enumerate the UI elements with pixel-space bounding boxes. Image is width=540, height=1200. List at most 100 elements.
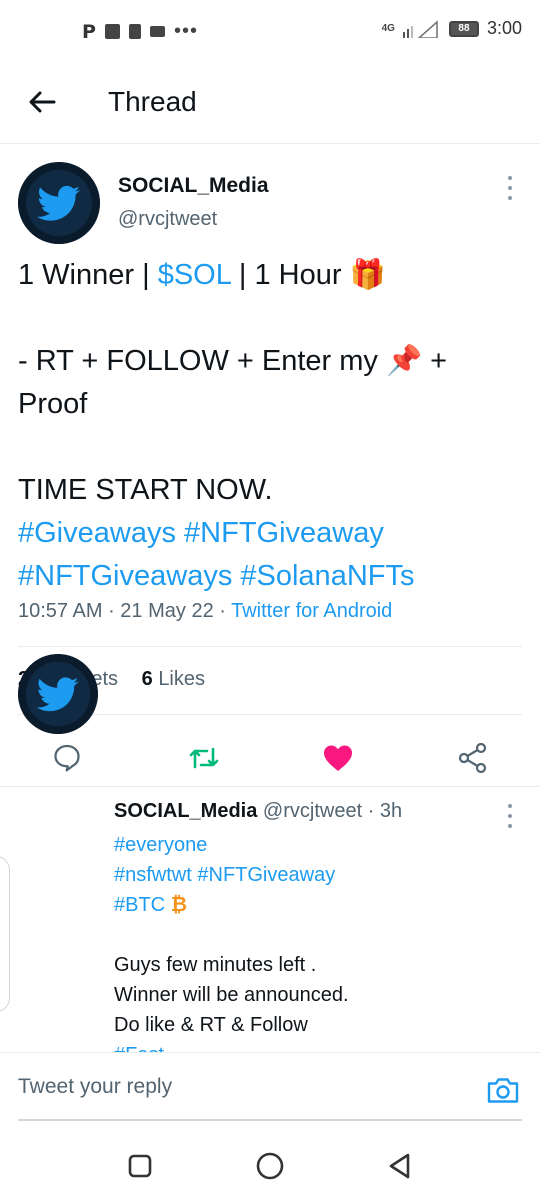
tweet-line: Proof — [18, 388, 88, 420]
arrow-left-icon — [29, 91, 56, 113]
gift-emoji-icon: 🎁 — [349, 259, 386, 291]
comment-icon — [54, 744, 80, 772]
reply-line: #Fast — [114, 1040, 524, 1052]
status-system-icons: 4G 88 3:00 — [382, 18, 522, 39]
triangle-back-icon — [389, 1153, 410, 1179]
reply-button[interactable] — [45, 736, 89, 780]
reply-author-handle[interactable]: @rvcjtweet — [263, 800, 362, 822]
retweet-button[interactable] — [182, 736, 226, 780]
separator: · — [362, 800, 380, 822]
text-segment: | 1 Hour — [230, 259, 350, 291]
reply-text: #everyone #nsfwtwt #NFTGiveaway #BTC ₿ G… — [114, 830, 524, 1052]
hashtag-link[interactable]: #NFTGiveaways — [18, 560, 232, 592]
tweet-text: 1 Winner | $SOL | 1 Hour 🎁 - RT + FOLLOW… — [18, 254, 528, 598]
camera-button[interactable] — [486, 1073, 520, 1107]
likes-count: 6 — [141, 668, 153, 690]
hashtag-link[interactable]: #SolanaNFTs — [240, 560, 414, 592]
hashtag-link[interactable]: #NFTGiveaway — [184, 517, 384, 549]
pushpin-emoji-icon: 📌 — [385, 345, 423, 377]
back-button[interactable] — [24, 84, 60, 120]
notification-alert-icon — [128, 24, 141, 39]
thread-divider — [0, 786, 540, 787]
hashtag-link[interactable]: #NFTGiveaway — [197, 864, 335, 886]
more-vertical-icon — [508, 804, 512, 808]
more-options-button[interactable] — [502, 176, 518, 200]
hashtag-link[interactable]: #everyone — [114, 834, 207, 856]
tweet-time: 10:57 AM — [18, 600, 103, 622]
notification-portrait-icon — [104, 24, 120, 39]
more-dot — [508, 814, 512, 818]
reply-line: #BTC ₿ — [114, 890, 524, 920]
retweet-icon — [189, 747, 219, 769]
reply-age: 3h — [379, 800, 403, 822]
tweet-line: 1 Winner | $SOL | 1 Hour 🎁 — [18, 254, 528, 297]
signal-icon — [402, 19, 438, 38]
divider — [18, 714, 522, 715]
tweet-date: 21 May 22 — [120, 600, 214, 622]
more-dot — [508, 186, 512, 190]
system-nav-bar — [0, 1130, 540, 1200]
reply-more-options-button[interactable] — [502, 804, 518, 828]
network-type: 4G — [381, 22, 395, 34]
notification-chat-icon — [149, 26, 165, 37]
cashtag-link[interactable]: $SOL — [158, 259, 231, 291]
reply-line: #nsfwtwt #NFTGiveaway — [114, 860, 524, 890]
heart-icon — [324, 745, 352, 771]
share-button[interactable] — [451, 736, 495, 780]
app-header: Thread — [0, 62, 540, 144]
tweet-line: #NFTGiveaways #SolanaNFTs — [18, 555, 528, 598]
avatar[interactable] — [18, 162, 100, 244]
home-button[interactable] — [252, 1148, 288, 1184]
tweet-line: - RT + FOLLOW + Enter my 📌 + — [18, 340, 528, 383]
hashtag-link[interactable]: #BTC — [114, 894, 165, 916]
text-segment: + — [422, 345, 448, 377]
notification-p-icon: P — [82, 20, 96, 43]
reply-underline — [18, 1119, 522, 1121]
text-segment: 1 Winner | — [18, 259, 158, 291]
status-bar: P ••• 4G 88 3:00 — [0, 0, 540, 62]
likes-stat[interactable]: 6 Likes — [142, 668, 205, 691]
system-back-button[interactable] — [382, 1148, 418, 1184]
tweet-source-link[interactable]: Twitter for Android — [231, 600, 392, 622]
author-name[interactable]: SOCIAL_Media — [118, 174, 269, 198]
battery-icon: 88 — [448, 20, 479, 37]
status-notification-icons: P ••• — [82, 20, 198, 43]
tweet-meta: 10:57 AM · 21 May 22 · Twitter for Andro… — [18, 600, 393, 622]
reply-line: Winner will be announced. — [114, 984, 349, 1006]
status-time: 3:00 — [486, 18, 522, 38]
reply-composer — [0, 1052, 540, 1130]
tweet-actions — [0, 730, 540, 790]
tweet-line: #Giveaways #NFTGiveaway — [18, 512, 528, 555]
twitter-bird-icon — [18, 654, 98, 734]
bitcoin-emoji-icon: ₿ — [170, 894, 187, 916]
like-button[interactable] — [316, 736, 360, 780]
square-icon — [128, 1154, 152, 1178]
hashtag-link[interactable]: #Fast — [114, 1044, 164, 1052]
reply-avatar[interactable] — [18, 654, 98, 734]
reply-line: #everyone — [114, 830, 524, 860]
reply-header: SOCIAL_Media @rvcjtweet · 3h — [114, 800, 402, 823]
more-dot — [508, 824, 512, 828]
likes-label: Likes — [158, 668, 206, 690]
reply-author-name[interactable]: SOCIAL_Media — [114, 800, 257, 822]
page-title: Thread — [108, 86, 197, 117]
reply-input[interactable] — [18, 1075, 458, 1099]
hashtag-link[interactable]: #Giveaways — [18, 517, 176, 549]
camera-icon — [487, 1078, 519, 1103]
circle-icon — [256, 1152, 284, 1180]
author-handle[interactable]: @rvcjtweet — [118, 208, 217, 231]
recents-button[interactable] — [122, 1148, 158, 1184]
share-icon — [458, 742, 487, 774]
text-segment: - RT + FOLLOW + Enter my — [18, 345, 386, 377]
more-dot — [508, 196, 512, 200]
hashtag-link[interactable]: #nsfwtwt — [114, 864, 192, 886]
tweet-line: TIME START NOW. — [18, 474, 273, 506]
edge-panel-handle[interactable] — [0, 856, 10, 1012]
divider — [18, 646, 522, 647]
more-vertical-icon — [508, 176, 512, 180]
reply-line: Do like & RT & Follow — [114, 1014, 308, 1036]
twitter-bird-icon — [18, 162, 100, 244]
